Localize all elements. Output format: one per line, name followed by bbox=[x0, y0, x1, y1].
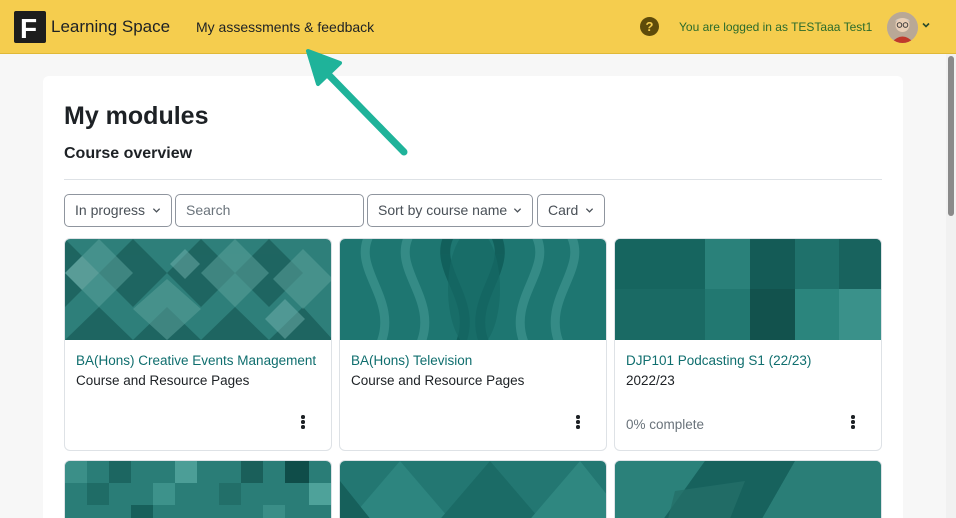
course-image[interactable] bbox=[615, 239, 881, 340]
nav-my-assessments-feedback[interactable]: My assessments & feedback bbox=[196, 19, 374, 35]
chevron-down-icon bbox=[585, 208, 594, 213]
course-progress-text: 0% complete bbox=[626, 417, 705, 432]
course-image[interactable] bbox=[340, 461, 607, 518]
site-logo[interactable]: F bbox=[14, 11, 46, 43]
course-category: Course and Resource Pages bbox=[351, 373, 525, 388]
chevron-down-icon[interactable] bbox=[921, 20, 931, 30]
svg-text:F: F bbox=[20, 13, 37, 43]
course-name-link[interactable]: DJP101 Podcasting S1 (22/23) bbox=[626, 353, 811, 368]
course-category: 2022/23 bbox=[626, 373, 675, 388]
view-label: Card bbox=[548, 202, 579, 218]
course-card[interactable] bbox=[64, 460, 332, 518]
course-name-link[interactable]: BA(Hons) Television bbox=[351, 353, 472, 368]
login-info: You are logged in as TESTaaa Test1 bbox=[679, 20, 873, 34]
course-card[interactable]: BA(Hons) Television Course and Resource … bbox=[339, 238, 607, 451]
search-placeholder: Search bbox=[186, 202, 231, 218]
divider bbox=[64, 179, 882, 180]
search-input[interactable]: Search bbox=[175, 194, 364, 227]
sort-label: Sort by course name bbox=[378, 202, 508, 218]
chevron-down-icon bbox=[513, 208, 522, 213]
view-dropdown[interactable]: Card bbox=[537, 194, 605, 227]
sort-dropdown[interactable]: Sort by course name bbox=[367, 194, 533, 227]
course-card[interactable]: DJP101 Podcasting S1 (22/23) 2022/23 0% … bbox=[614, 238, 882, 451]
user-avatar[interactable] bbox=[887, 12, 918, 43]
page-title: My modules bbox=[64, 102, 209, 130]
top-navbar: F Learning Space My assessments & feedba… bbox=[0, 0, 956, 54]
section-title: Course overview bbox=[64, 145, 193, 162]
help-icon[interactable]: ? bbox=[640, 17, 659, 36]
course-image[interactable] bbox=[615, 461, 882, 518]
chevron-down-icon bbox=[152, 208, 161, 213]
course-image[interactable] bbox=[340, 239, 606, 340]
status-filter-dropdown[interactable]: In progress bbox=[64, 194, 172, 227]
course-actions-menu-icon[interactable] bbox=[848, 415, 858, 431]
course-image[interactable] bbox=[65, 461, 332, 518]
course-category: Course and Resource Pages bbox=[76, 373, 250, 388]
course-actions-menu-icon[interactable] bbox=[573, 415, 583, 431]
course-card[interactable]: BA(Hons) Creative Events Management Cour… bbox=[64, 238, 332, 451]
course-name-link[interactable]: BA(Hons) Creative Events Management bbox=[76, 353, 316, 368]
course-card[interactable] bbox=[339, 460, 607, 518]
site-name[interactable]: Learning Space bbox=[51, 17, 170, 37]
scrollbar-thumb[interactable] bbox=[948, 56, 954, 216]
course-actions-menu-icon[interactable] bbox=[298, 415, 308, 431]
status-filter-label: In progress bbox=[75, 202, 146, 218]
course-image[interactable] bbox=[65, 239, 331, 340]
logo-f-icon: F bbox=[20, 13, 37, 43]
course-card[interactable] bbox=[614, 460, 882, 518]
